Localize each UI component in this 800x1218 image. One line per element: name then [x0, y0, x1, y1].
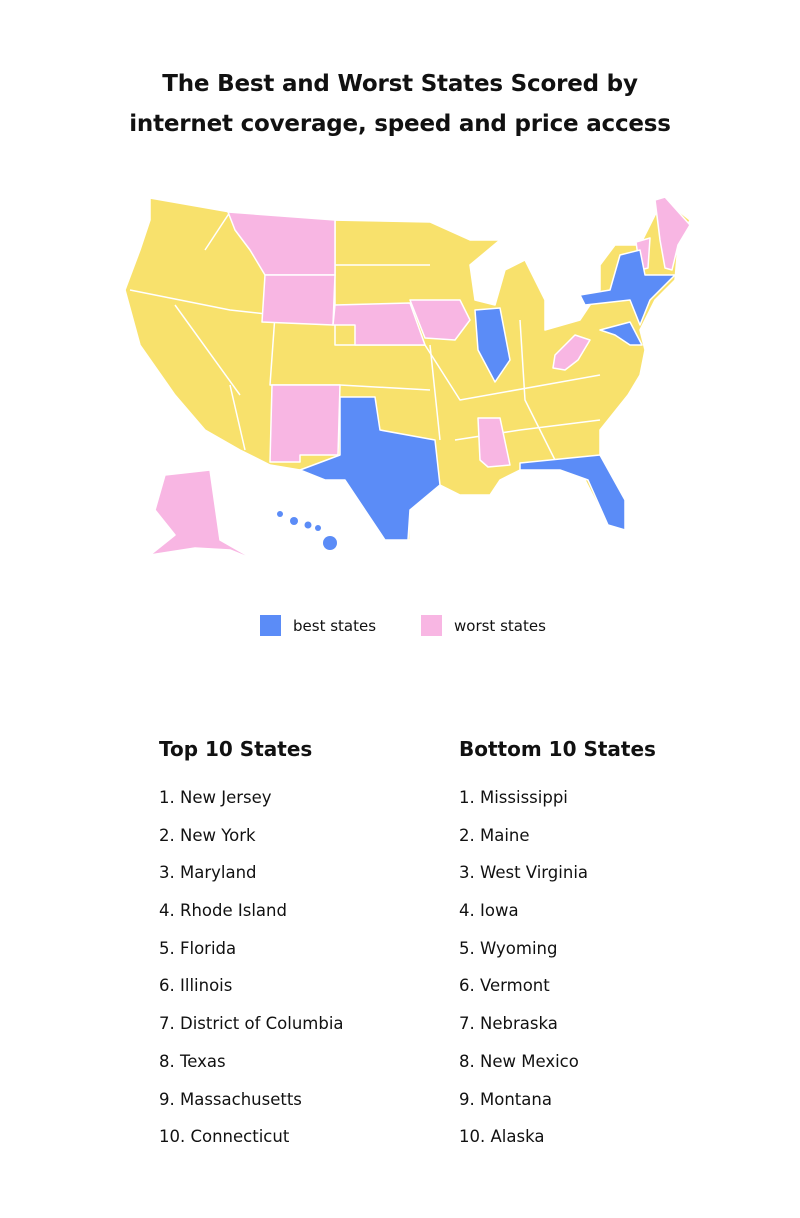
- list-item: 5. Wyoming: [459, 938, 558, 958]
- list-item: 4. Rhode Island: [159, 901, 287, 921]
- list-item: 8. Texas: [159, 1051, 226, 1071]
- list-item: 7. District of Columbia: [159, 1014, 344, 1034]
- list-item: 10. Alaska: [459, 1127, 545, 1147]
- list-item: 1. Mississippi: [459, 788, 568, 807]
- list-item: 7. Nebraska: [459, 1014, 558, 1034]
- list-item: 2. New York: [159, 825, 256, 845]
- state-alaska: [149, 469, 256, 561]
- legend-best: best states: [260, 615, 376, 636]
- worst-swatch: [421, 615, 442, 636]
- list-item: 10. Connecticut: [159, 1127, 290, 1147]
- list-item: 6. Vermont: [459, 976, 550, 996]
- best-swatch: [260, 615, 281, 636]
- top-10-list: Top 10 States 1. New Jersey 2. New York …: [159, 735, 344, 1156]
- list-item: 5. Florida: [159, 938, 237, 958]
- bottom-10-list: Bottom 10 States 1. Mississippi 2. Maine…: [459, 735, 656, 1156]
- legend-worst: worst states: [421, 615, 546, 636]
- infographic: The Best and Worst States Scored by inte…: [0, 0, 800, 1218]
- list-item: 2. Maine: [459, 825, 530, 845]
- bottom-heading: Bottom 10 States: [459, 737, 656, 761]
- state-wyoming: [261, 274, 336, 326]
- legend-worst-label: worst states: [454, 616, 546, 635]
- list-item: 3. Maryland: [159, 863, 257, 883]
- list-item: 8. New Mexico: [459, 1051, 579, 1071]
- list-item: 4. Iowa: [459, 901, 519, 921]
- list-item: 9. Massachusetts: [159, 1089, 302, 1109]
- top-heading: Top 10 States: [159, 737, 313, 761]
- state-florida: [519, 454, 626, 531]
- state-hawaii: [277, 511, 337, 550]
- us-map: [124, 196, 691, 561]
- state-new-mexico: [269, 384, 341, 463]
- list-item: 3. West Virginia: [459, 863, 589, 883]
- list-item: 6. Illinois: [159, 976, 233, 996]
- legend-best-label: best states: [293, 616, 377, 635]
- list-item: 1. New Jersey: [159, 788, 272, 807]
- list-item: 9. Montana: [459, 1089, 552, 1109]
